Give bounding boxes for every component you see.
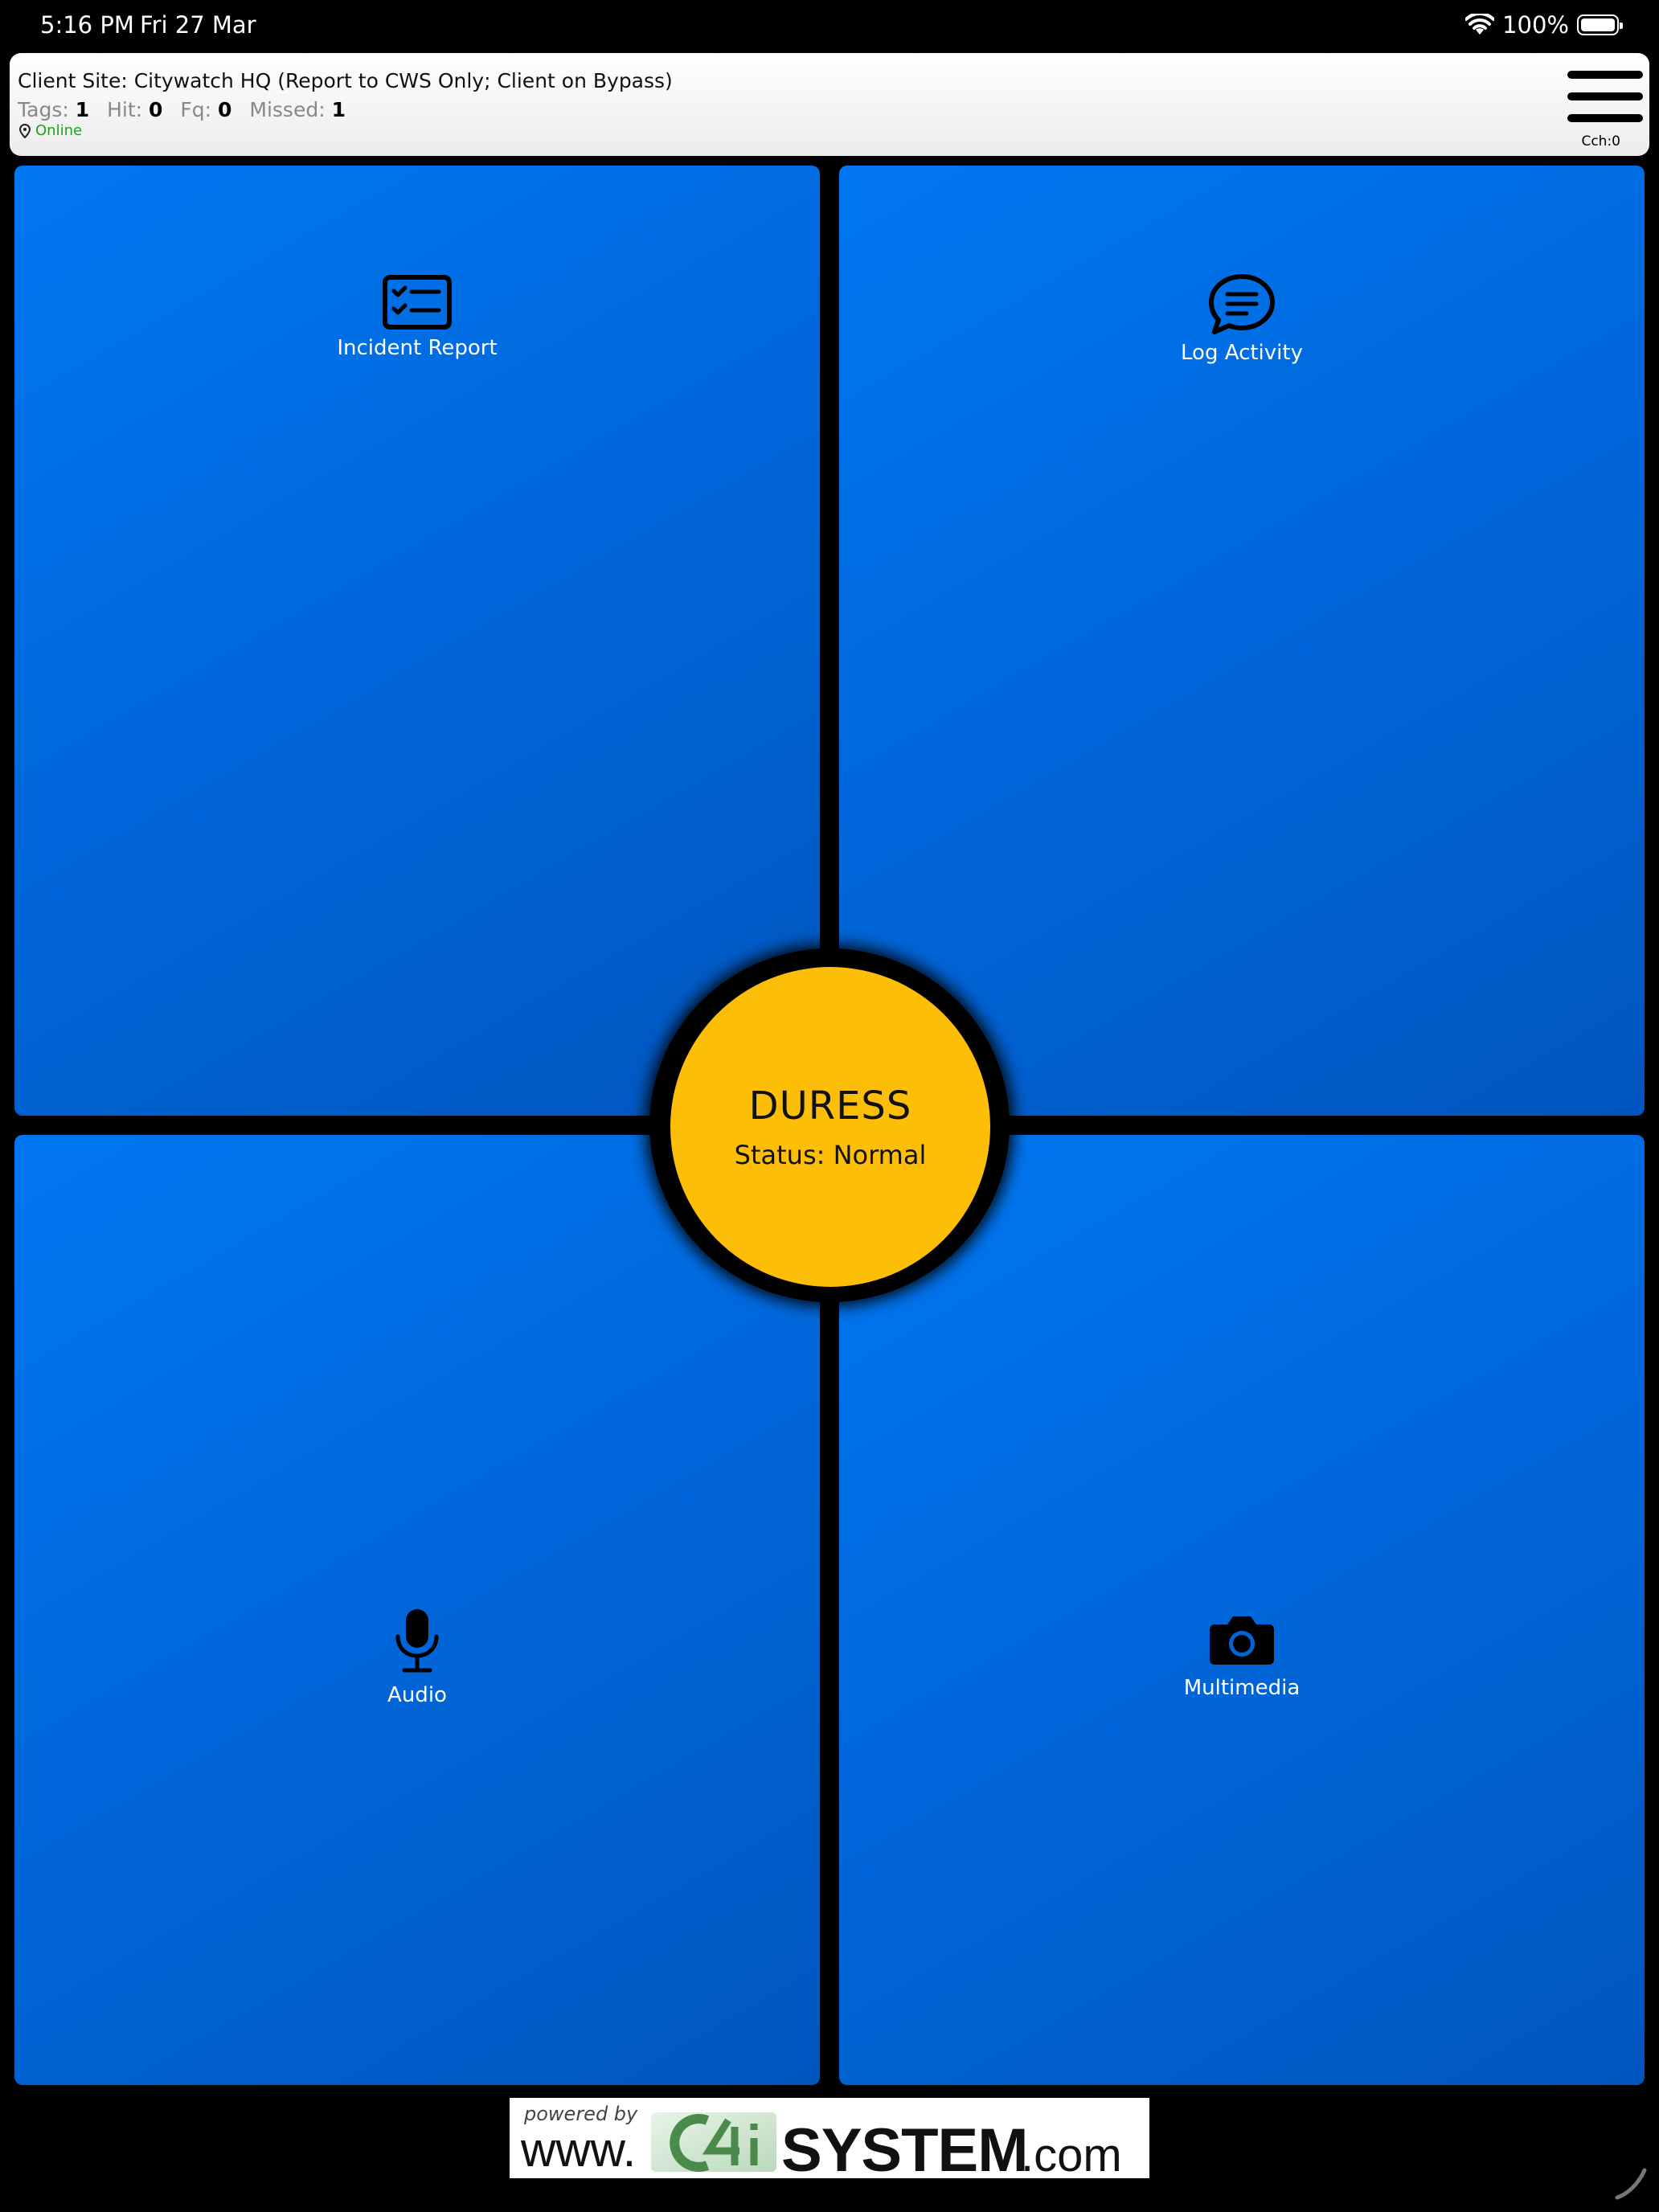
tags-value: 1: [75, 98, 90, 121]
incident-report-button[interactable]: Incident Report: [14, 166, 820, 1116]
duress-button[interactable]: DURESS Status: Normal: [670, 967, 990, 1287]
resize-handle-icon[interactable]: [1612, 2165, 1649, 2202]
c4i-logo-icon: [651, 2112, 776, 2172]
battery-percent: 100%: [1502, 11, 1569, 39]
log-activity-label: Log Activity: [1181, 341, 1303, 365]
cch-count: Cch:0: [1581, 133, 1620, 150]
incident-report-label: Incident Report: [337, 336, 498, 360]
powered-www: www.: [521, 2123, 637, 2177]
hit-value: 0: [149, 98, 163, 121]
patrol-stats: Tags: 1 Hit: 0 Fq: 0 Missed: 1: [18, 98, 357, 121]
hit-label: Hit:: [107, 98, 143, 121]
missed-value: 1: [331, 98, 346, 121]
duress-status: Status: Normal: [734, 1140, 927, 1170]
hamburger-menu-icon[interactable]: [1567, 71, 1643, 122]
fq-label: Fq:: [180, 98, 212, 121]
site-header: Client Site: Citywatch HQ (Report to CWS…: [10, 53, 1649, 156]
checklist-icon: [383, 275, 452, 330]
audio-label: Audio: [387, 1683, 447, 1707]
connection-status: Online: [19, 122, 82, 139]
missed-label: Missed:: [249, 98, 326, 121]
multimedia-button[interactable]: Multimedia: [839, 1135, 1645, 2085]
status-date: Fri 27 Mar: [140, 11, 256, 39]
client-site: Client Site: Citywatch HQ (Report to CWS…: [18, 69, 673, 92]
microphone-icon: [395, 1609, 439, 1673]
multimedia-icon-wrap: [1208, 1615, 1276, 1669]
chat-bubble-icon: [1209, 274, 1275, 334]
audio-button[interactable]: Audio: [14, 1135, 820, 2085]
location-pin-icon: [19, 123, 31, 138]
connection-label: Online: [35, 122, 83, 139]
powered-com: .com: [1021, 2129, 1122, 2178]
powered-by-logo: powered by www. SYSTEM .com: [510, 2098, 1149, 2178]
multimedia-label: Multimedia: [1183, 1676, 1301, 1700]
status-right: 100%: [1465, 11, 1623, 39]
camera-icon: [1210, 1616, 1274, 1665]
status-time: 5:16 PM: [40, 11, 134, 39]
duress-title: DURESS: [748, 1083, 912, 1129]
audio-icon-wrap: [393, 1608, 441, 1677]
powered-system: SYSTEM: [781, 2116, 1028, 2178]
battery-icon: [1577, 14, 1623, 35]
status-bar: 5:16 PM Fri 27 Mar 100%: [0, 0, 1659, 51]
wifi-icon: [1465, 14, 1495, 35]
fq-value: 0: [218, 98, 232, 121]
log-activity-button[interactable]: Log Activity: [839, 166, 1645, 1116]
tags-label: Tags:: [18, 98, 69, 121]
